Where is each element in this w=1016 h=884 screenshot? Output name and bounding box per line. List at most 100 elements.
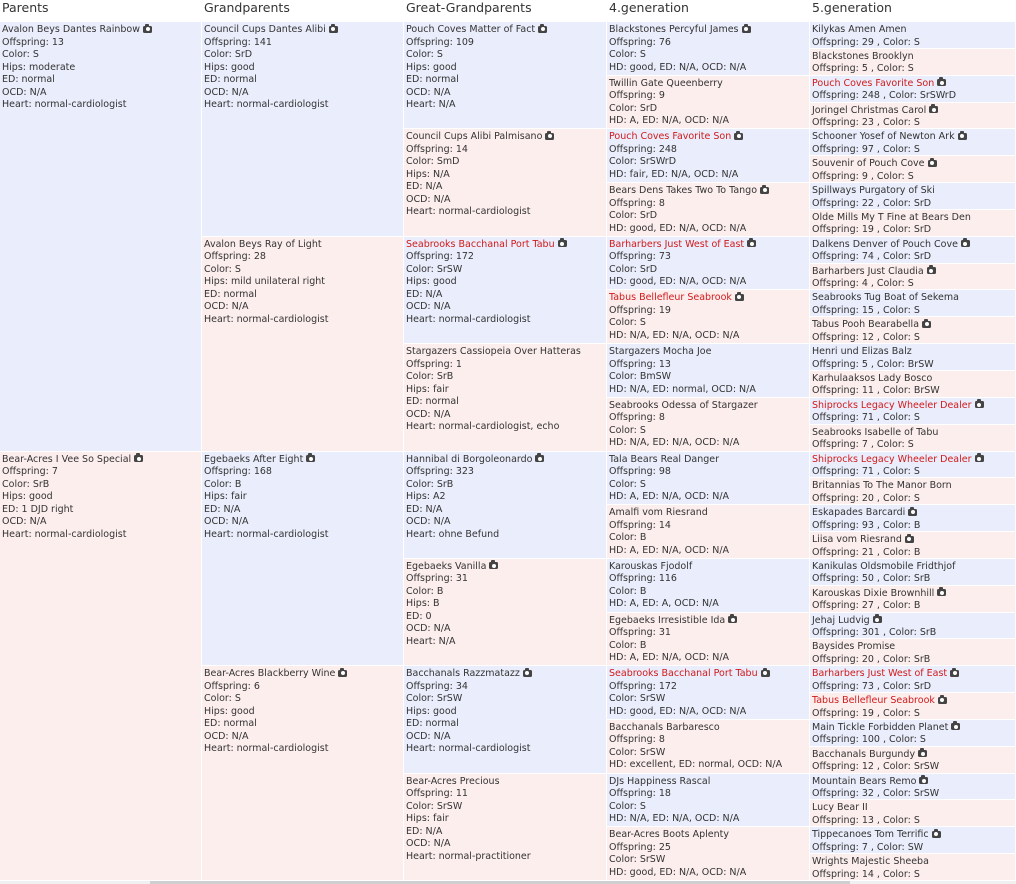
camera-icon[interactable]	[747, 238, 757, 248]
dog-name-link[interactable]: Olde Mills My T Fine at Bears Den	[812, 212, 971, 223]
camera-icon[interactable]	[545, 130, 555, 140]
camera-icon[interactable]	[960, 238, 970, 248]
dog-name-link[interactable]: Barharbers Just Claudia	[812, 266, 924, 277]
dog-name-link[interactable]: Bear-Acres Precious	[406, 776, 500, 787]
dog-name-link[interactable]: Lucy Bear II	[812, 802, 868, 813]
dog-name-link[interactable]: Shiprocks Legacy Wheeler Dealer	[812, 454, 972, 465]
dog-name-link[interactable]: Amalfi vom Riesrand	[609, 507, 708, 518]
camera-icon[interactable]	[974, 453, 984, 462]
dog-name-link[interactable]: Schooner Yosef of Newton Ark	[812, 131, 955, 142]
dog-name-link[interactable]: Council Cups Dantes Alibi	[204, 24, 326, 35]
camera-icon[interactable]	[538, 23, 548, 33]
dog-name-link[interactable]: Egebaeks Vanilla	[406, 561, 486, 572]
dog-name-link[interactable]: Tala Bears Real Danger	[609, 454, 719, 465]
dog-name-link[interactable]: Karouskas Fjodolf	[609, 561, 692, 572]
dog-name-link[interactable]: Bears Dens Takes Two To Tango	[609, 185, 757, 196]
camera-icon[interactable]	[922, 318, 932, 328]
dog-name-link[interactable]: Bear-Acres Blackberry Wine	[204, 668, 335, 679]
camera-icon[interactable]	[951, 721, 961, 731]
dog-name-link[interactable]: Main Tickle Forbidden Planet	[812, 722, 948, 733]
dog-name-link[interactable]: Seabrooks Bacchanal Port Tabu	[406, 239, 555, 250]
dog-name-link[interactable]: Stargazers Mocha Joe	[609, 346, 711, 357]
dog-name-link[interactable]: Hannibal di Borgoleonardo	[406, 454, 532, 465]
dog-name-link[interactable]: Twillin Gate Queenberry	[609, 78, 723, 89]
camera-icon[interactable]	[557, 238, 567, 248]
dog-name-link[interactable]: Egebaeks Irresistible Ida	[609, 615, 725, 626]
camera-icon[interactable]	[489, 560, 499, 570]
dog-name-link[interactable]: Wrights Majestic Sheeba	[812, 856, 929, 867]
camera-icon[interactable]	[741, 23, 751, 33]
camera-icon[interactable]	[908, 506, 918, 516]
camera-icon[interactable]	[760, 667, 770, 677]
camera-icon[interactable]	[904, 533, 914, 543]
dog-name-link[interactable]: Britannias To The Manor Born	[812, 480, 952, 491]
dog-name-link[interactable]: Eskapades Barcardi	[812, 507, 905, 518]
camera-icon[interactable]	[918, 748, 928, 758]
dog-name-link[interactable]: Shiprocks Legacy Wheeler Dealer	[812, 400, 972, 411]
camera-icon[interactable]	[937, 694, 947, 704]
camera-icon[interactable]	[937, 587, 947, 597]
dog-name-link[interactable]: Mountain Bears Remo	[812, 776, 916, 787]
dog-name-link[interactable]: Barharbers Just West of East	[812, 668, 947, 679]
dog-name-link[interactable]: Souvenir of Pouch Cove	[812, 158, 925, 169]
dog-name-link[interactable]: Bacchanals Barbaresco	[609, 722, 720, 733]
camera-icon[interactable]	[522, 667, 532, 677]
dog-name-link[interactable]: Stargazers Cassiopeia Over Hatteras	[406, 346, 581, 357]
dog-name-link[interactable]: Egebaeks After Eight	[204, 454, 303, 465]
camera-icon[interactable]	[927, 157, 937, 167]
dog-name-link[interactable]: Seabrooks Isabelle of Tabu	[812, 427, 938, 438]
dog-name-link[interactable]: Liisa vom Riesrand	[812, 534, 902, 545]
dog-name-link[interactable]: Pouch Coves Matter of Fact	[406, 24, 535, 35]
dog-name-link[interactable]: Bacchanals Burgundy	[812, 749, 915, 760]
dog-name-link[interactable]: Seabrooks Odessa of Stargazer	[609, 400, 758, 411]
camera-icon[interactable]	[950, 667, 960, 677]
camera-icon[interactable]	[937, 77, 947, 87]
camera-icon[interactable]	[929, 104, 939, 114]
dog-name-link[interactable]: Karouskas Dixie Brownhill	[812, 588, 934, 599]
dog-name-link[interactable]: Jehaj Ludvig	[812, 615, 870, 626]
camera-icon[interactable]	[728, 614, 738, 624]
dog-name-link[interactable]: Karhulaaksos Lady Bosco	[812, 373, 932, 384]
dog-info-line: Offspring: 27 , Color: B	[812, 600, 921, 612]
dog-name-link[interactable]: Bear-Acres Boots Aplenty	[609, 829, 729, 840]
dog-name-link[interactable]: Bear-Acres I Vee So Special	[2, 454, 131, 465]
dog-name-link[interactable]: Dalkens Denver of Pouch Cove	[812, 239, 958, 250]
dog-name-link[interactable]: Council Cups Alibi Palmisano	[406, 131, 542, 142]
camera-icon[interactable]	[306, 453, 316, 462]
dog-name-link[interactable]: Kilykas Amen Amen	[812, 24, 907, 35]
camera-icon[interactable]	[338, 667, 348, 677]
camera-icon[interactable]	[872, 614, 882, 624]
dog-name-link[interactable]: Avalon Beys Dantes Rainbow	[2, 24, 140, 35]
camera-icon[interactable]	[734, 130, 744, 140]
dog-name-link[interactable]: Spillways Purgatory of Ski	[812, 185, 935, 196]
camera-icon[interactable]	[931, 828, 941, 838]
camera-icon[interactable]	[919, 775, 929, 785]
camera-icon[interactable]	[926, 265, 936, 275]
dog-name-link[interactable]: Seabrooks Tug Boat of Sekema	[812, 292, 959, 303]
camera-icon[interactable]	[957, 130, 967, 140]
dog-name-link[interactable]: Baysides Promise	[812, 641, 895, 652]
dog-name-link[interactable]: Seabrooks Bacchanal Port Tabu	[609, 668, 758, 679]
dog-name-link[interactable]: DJs Happiness Rascal	[609, 776, 710, 787]
dog-name-link[interactable]: Barharbers Just West of East	[609, 239, 744, 250]
camera-icon[interactable]	[134, 453, 144, 462]
camera-icon[interactable]	[734, 291, 744, 301]
camera-icon[interactable]	[974, 399, 984, 409]
dog-name-link[interactable]: Kanikulas Oldsmobile Fridthjof	[812, 561, 955, 572]
dog-name-link[interactable]: Tippecanoes Tom Terrific	[812, 829, 929, 840]
dog-name-link[interactable]: Joringel Christmas Carol	[812, 105, 926, 116]
camera-icon[interactable]	[328, 23, 338, 33]
camera-icon[interactable]	[535, 453, 545, 462]
dog-name-link[interactable]: Blackstones Percyful James	[609, 24, 739, 35]
dog-name-link[interactable]: Tabus Bellefleur Seabrook	[609, 292, 732, 303]
dog-name-link[interactable]: Blackstones Brooklyn	[812, 51, 914, 62]
dog-name-link[interactable]: Henri und Elizas Balz	[812, 346, 912, 357]
camera-icon[interactable]	[760, 184, 770, 194]
dog-name-link[interactable]: Pouch Coves Favorite Son	[812, 78, 934, 89]
dog-name-link[interactable]: Tabus Pooh Bearabella	[812, 319, 919, 330]
dog-name-link[interactable]: Tabus Bellefleur Seabrook	[812, 695, 935, 706]
camera-icon[interactable]	[143, 23, 153, 33]
dog-name-link[interactable]: Pouch Coves Favorite Son	[609, 131, 731, 142]
dog-name-link[interactable]: Bacchanals Razzmatazz	[406, 668, 520, 679]
dog-name-link[interactable]: Avalon Beys Ray of Light	[204, 239, 322, 250]
